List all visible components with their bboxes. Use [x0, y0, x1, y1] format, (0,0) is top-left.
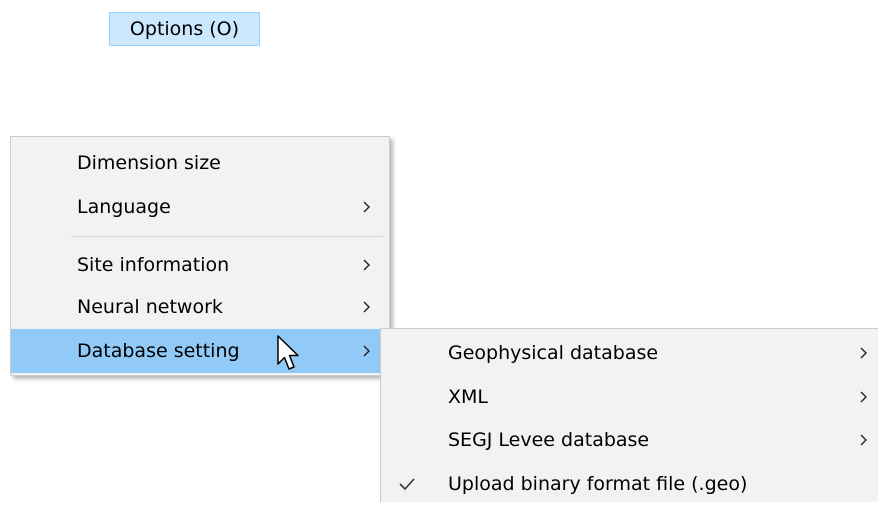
- menu-item-label: Database setting: [77, 340, 240, 362]
- options-dropdown-menu: Dimension size Language Site information…: [10, 136, 390, 376]
- menu-separator: [71, 236, 383, 237]
- chevron-right-icon: [363, 301, 370, 313]
- menu-item-language[interactable]: Language: [11, 185, 389, 229]
- chevron-right-icon: [860, 391, 867, 403]
- menu-item-label: Site information: [77, 254, 230, 276]
- options-menu[interactable]: Options (O): [109, 12, 260, 46]
- menu-item-segj-levee-database[interactable]: SEGJ Levee database: [381, 418, 878, 462]
- menu-item-label: Upload binary format file (.geo): [448, 473, 748, 495]
- menu-item-label: Dimension size: [77, 152, 221, 174]
- menu-item-database-setting[interactable]: Database setting: [11, 329, 389, 373]
- chevron-right-icon: [363, 201, 370, 213]
- menu-item-site-information[interactable]: Site information: [11, 243, 389, 287]
- menu-item-label: SEGJ Levee database: [448, 429, 650, 451]
- options-menu-label: Options (O): [129, 18, 240, 40]
- menu-item-upload-binary-format-file[interactable]: Upload binary format file (.geo): [381, 462, 878, 506]
- menu-item-label: Geophysical database: [448, 342, 659, 364]
- chevron-right-icon: [860, 347, 867, 359]
- chevron-right-icon: [363, 345, 370, 357]
- menu-item-label: XML: [448, 386, 488, 408]
- database-setting-submenu: Geophysical database XML SEGJ Levee data…: [380, 328, 878, 502]
- menu-item-dimension-size[interactable]: Dimension size: [11, 141, 389, 185]
- menu-item-xml[interactable]: XML: [381, 375, 878, 419]
- menu-item-neural-network[interactable]: Neural network: [11, 285, 389, 329]
- checkmark-icon: [399, 478, 415, 491]
- chevron-right-icon: [860, 434, 867, 446]
- chevron-right-icon: [363, 259, 370, 271]
- menu-item-label: Neural network: [77, 296, 223, 318]
- menu-item-geophysical-database[interactable]: Geophysical database: [381, 331, 878, 375]
- mouse-cursor-icon: [277, 335, 299, 370]
- menu-item-label: Language: [77, 196, 171, 218]
